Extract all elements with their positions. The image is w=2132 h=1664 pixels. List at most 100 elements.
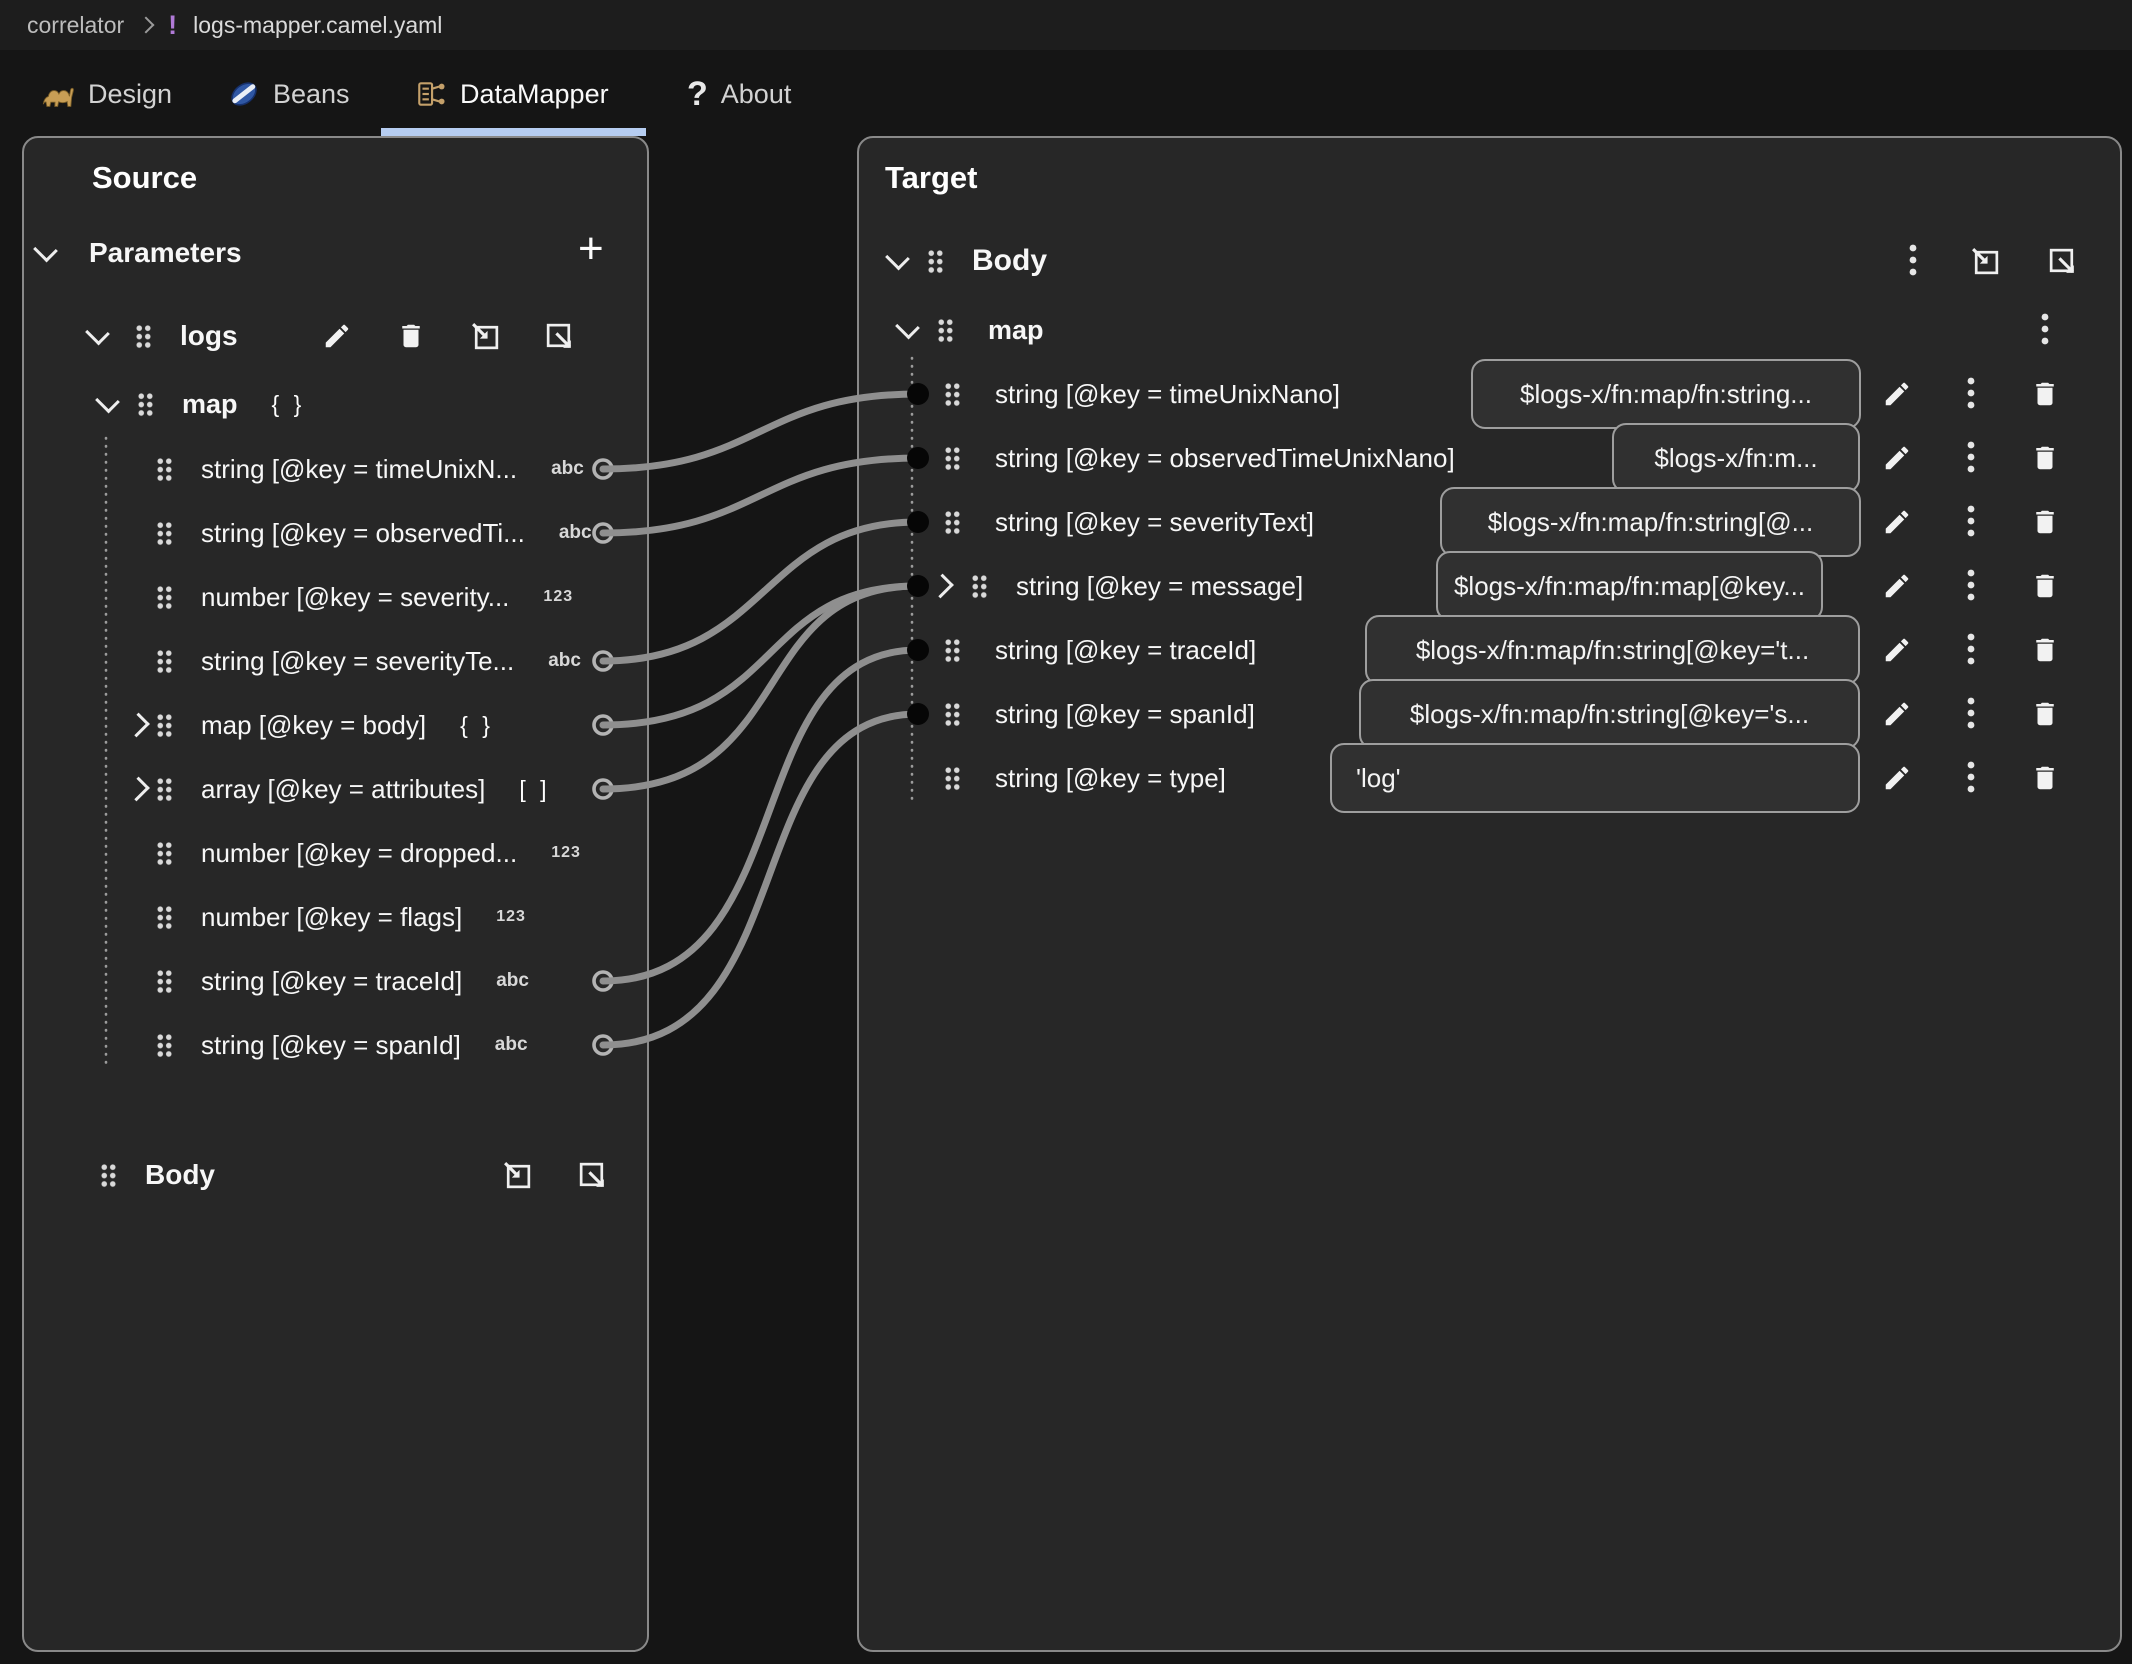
expression-input[interactable]: $logs-x/fn:map/fn:string[@... — [1440, 487, 1861, 557]
target-field-row[interactable]: string [@key = type] — [944, 746, 1226, 810]
drag-handle-icon[interactable] — [927, 249, 944, 274]
drag-handle-icon[interactable] — [944, 382, 961, 407]
target-field-row[interactable]: string [@key = observedTimeUnixNano] — [944, 426, 1455, 490]
drag-handle-icon[interactable] — [937, 318, 954, 343]
row-menu-button[interactable] — [1948, 755, 1994, 801]
source-field-row[interactable]: string [@key = severityTe... abc — [128, 629, 581, 693]
expression-input[interactable]: $logs-x/fn:map/fn:string[@key='s... — [1359, 679, 1860, 749]
source-field-row[interactable]: string [@key = traceId] abc — [128, 949, 529, 1013]
edit-expression-button[interactable] — [1874, 499, 1920, 545]
parameter-logs-row[interactable]: logs — [88, 304, 238, 368]
target-attach-schema-button[interactable] — [1962, 238, 2008, 284]
drag-handle-icon[interactable] — [944, 510, 961, 535]
expression-input[interactable]: $logs-x/fn:map/fn:string... — [1471, 359, 1861, 429]
edit-expression-button[interactable] — [1874, 435, 1920, 481]
attach-body-schema-button[interactable] — [494, 1152, 540, 1198]
drag-handle-icon[interactable] — [100, 1163, 117, 1188]
detach-schema-button[interactable] — [536, 313, 582, 359]
target-field-row[interactable]: string [@key = spanId] — [944, 682, 1255, 746]
chevron-down-icon[interactable] — [33, 238, 58, 263]
target-field-row-message[interactable]: string [@key = message] — [932, 554, 1303, 618]
source-field-row[interactable]: number [@key = flags] 123 — [128, 885, 526, 949]
tab-datamapper[interactable]: DataMapper — [415, 54, 609, 134]
drag-handle-icon[interactable] — [971, 574, 988, 599]
type-badge-number: 123 — [496, 908, 526, 926]
row-menu-button[interactable] — [1948, 499, 1994, 545]
chevron-down-icon[interactable] — [895, 315, 920, 340]
expression-input[interactable]: $logs-x/fn:map/fn:map[@key... — [1436, 551, 1823, 621]
drag-handle-icon[interactable] — [944, 638, 961, 663]
drag-handle-icon[interactable] — [156, 1033, 173, 1058]
drag-handle-icon[interactable] — [135, 324, 152, 349]
row-menu-button[interactable] — [1948, 627, 1994, 673]
delete-mapping-button[interactable] — [2022, 691, 2068, 737]
edit-expression-button[interactable] — [1874, 691, 1920, 737]
delete-mapping-button[interactable] — [2022, 435, 2068, 481]
chevron-down-icon[interactable] — [85, 321, 110, 346]
delete-mapping-button[interactable] — [2022, 499, 2068, 545]
tab-about[interactable]: ? About — [687, 54, 791, 134]
type-badge-number: 123 — [551, 844, 581, 862]
edit-expression-button[interactable] — [1874, 755, 1920, 801]
expression-input[interactable]: $logs-x/fn:map/fn:string[@key='t... — [1365, 615, 1860, 685]
drag-handle-icon[interactable] — [156, 649, 173, 674]
delete-mapping-button[interactable] — [2022, 627, 2068, 673]
target-field-row[interactable]: string [@key = severityText] — [944, 490, 1314, 554]
delete-parameter-button[interactable] — [388, 313, 434, 359]
target-detach-schema-button[interactable] — [2039, 238, 2085, 284]
drag-handle-icon[interactable] — [156, 521, 173, 546]
attach-schema-button[interactable] — [462, 313, 508, 359]
drag-handle-icon[interactable] — [156, 905, 173, 930]
drag-handle-icon[interactable] — [944, 702, 961, 727]
breadcrumb-project[interactable]: correlator — [27, 12, 124, 39]
delete-mapping-button[interactable] — [2022, 563, 2068, 609]
expression-input[interactable]: 'log' — [1330, 743, 1860, 813]
chevron-right-icon[interactable] — [125, 713, 150, 738]
source-field-row[interactable]: string [@key = spanId] abc — [128, 1013, 528, 1077]
drag-handle-icon[interactable] — [156, 777, 173, 802]
delete-mapping-button[interactable] — [2022, 371, 2068, 417]
edit-expression-button[interactable] — [1874, 627, 1920, 673]
expression-input[interactable]: $logs-x/fn:m... — [1612, 423, 1860, 493]
target-field-row[interactable]: string [@key = traceId] — [944, 618, 1256, 682]
source-field-row[interactable]: number [@key = dropped... 123 — [128, 821, 581, 885]
add-parameter-button[interactable]: + — [578, 229, 604, 269]
source-body-section[interactable]: Body — [100, 1143, 215, 1207]
source-field-row[interactable]: number [@key = severity... 123 — [128, 565, 573, 629]
edit-parameter-button[interactable] — [314, 313, 360, 359]
drag-handle-icon[interactable] — [156, 841, 173, 866]
row-menu-button[interactable] — [1948, 371, 1994, 417]
row-menu-button[interactable] — [1948, 691, 1994, 737]
drag-handle-icon[interactable] — [156, 969, 173, 994]
chevron-right-icon[interactable] — [929, 574, 954, 599]
drag-handle-icon[interactable] — [944, 766, 961, 791]
source-field-label: string [@key = timeUnixN... — [201, 454, 517, 485]
target-field-row[interactable]: string [@key = timeUnixNano] — [944, 362, 1340, 426]
drag-handle-icon[interactable] — [156, 585, 173, 610]
target-map-row[interactable]: map — [898, 298, 1044, 362]
edit-expression-button[interactable] — [1874, 371, 1920, 417]
target-body-row[interactable]: Body — [888, 229, 1047, 293]
chevron-down-icon[interactable] — [95, 389, 120, 414]
detach-body-schema-button[interactable] — [569, 1152, 615, 1198]
drag-handle-icon[interactable] — [156, 713, 173, 738]
tab-beans[interactable]: Beans — [228, 54, 350, 134]
source-map-row[interactable]: map { } — [98, 372, 305, 436]
tab-design[interactable]: Design — [41, 54, 172, 134]
row-menu-button[interactable] — [1948, 563, 1994, 609]
edit-expression-button[interactable] — [1874, 563, 1920, 609]
row-menu-button[interactable] — [1948, 435, 1994, 481]
source-field-row[interactable]: string [@key = observedTi... abc — [128, 501, 592, 565]
parameters-section-header[interactable]: Parameters — [36, 221, 242, 285]
source-field-row-attributes[interactable]: array [@key = attributes] [ ] — [128, 757, 551, 821]
drag-handle-icon[interactable] — [944, 446, 961, 471]
drag-handle-icon[interactable] — [137, 392, 154, 417]
chevron-right-icon[interactable] — [125, 777, 150, 802]
delete-mapping-button[interactable] — [2022, 755, 2068, 801]
chevron-down-icon[interactable] — [885, 246, 910, 271]
source-field-row[interactable]: string [@key = timeUnixN... abc — [128, 437, 584, 501]
source-field-row-body[interactable]: map [@key = body] { } — [128, 693, 494, 757]
drag-handle-icon[interactable] — [156, 457, 173, 482]
target-body-menu-button[interactable] — [1890, 238, 1936, 284]
target-map-menu-button[interactable] — [2022, 307, 2068, 353]
